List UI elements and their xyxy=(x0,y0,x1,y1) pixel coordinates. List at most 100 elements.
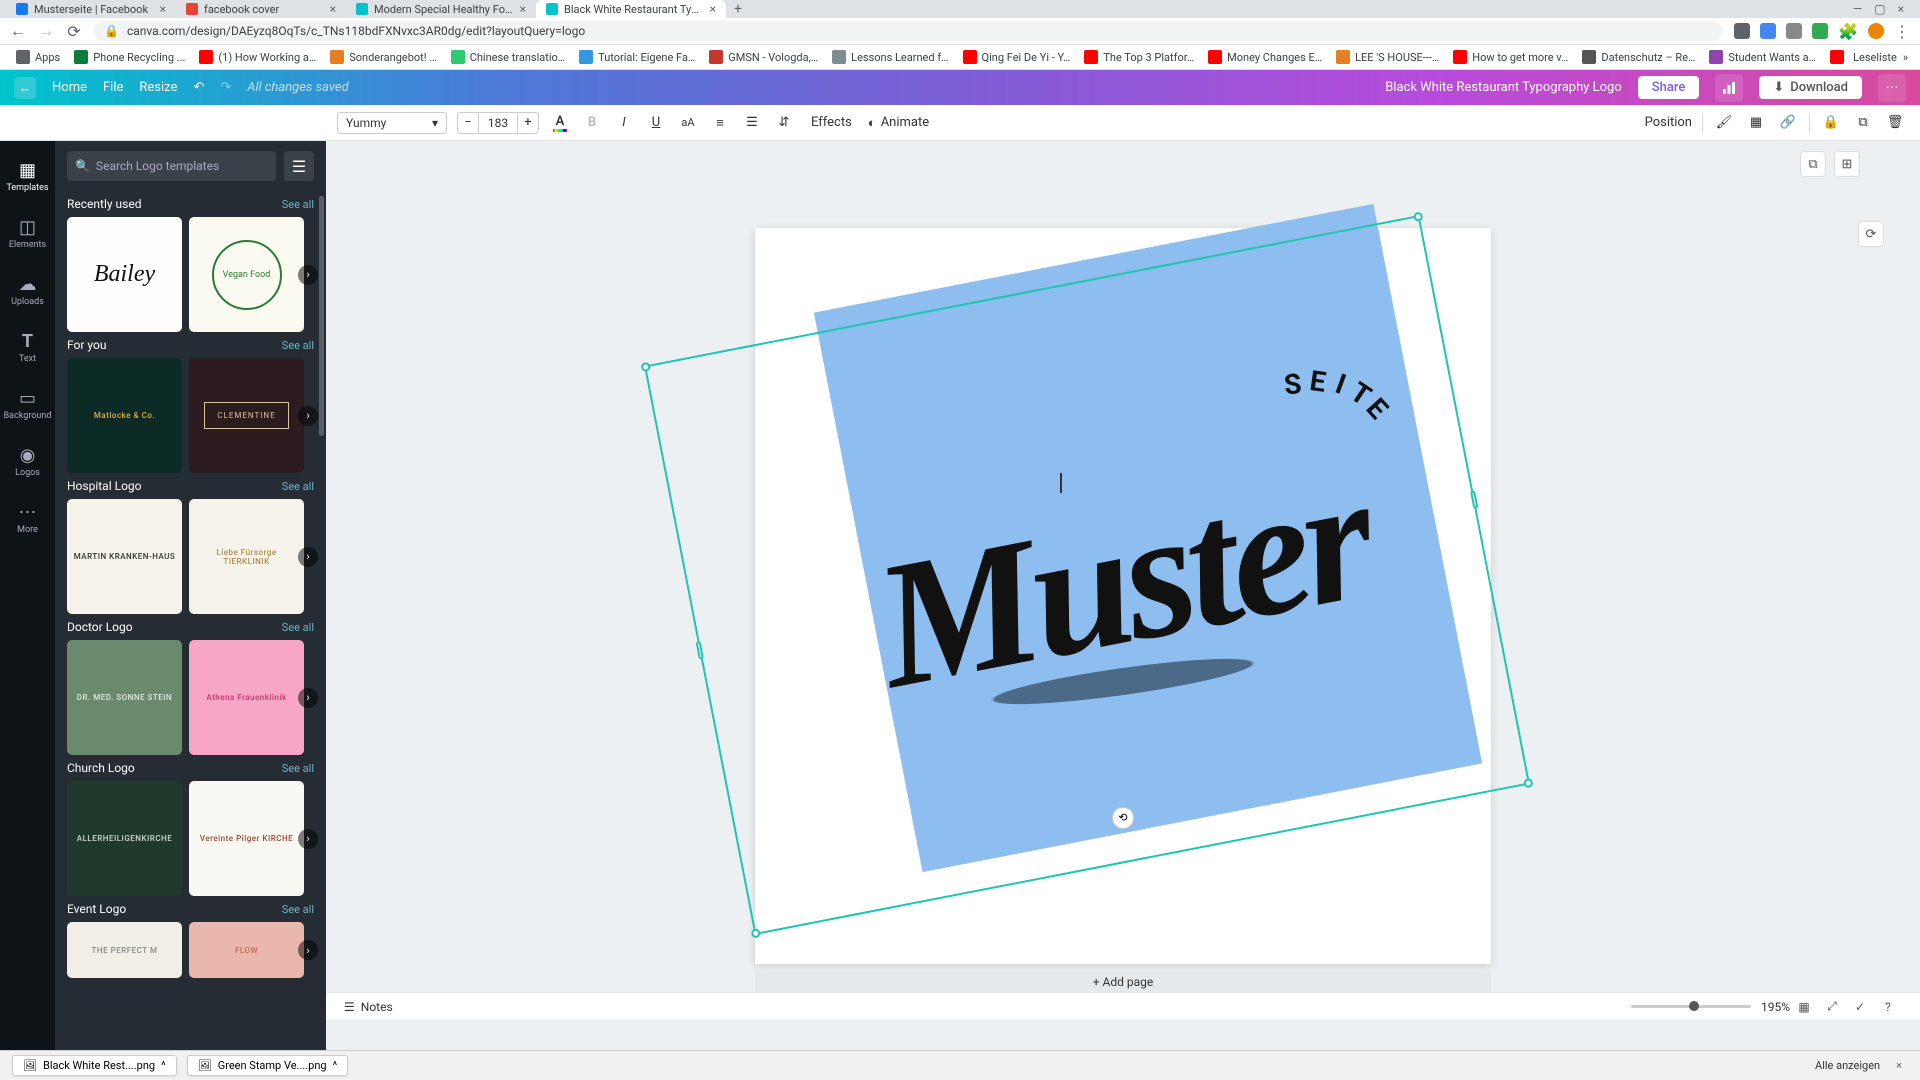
template-thumbnail[interactable]: THE PERFECT M xyxy=(67,922,182,978)
extension-icon[interactable] xyxy=(1786,23,1802,39)
new-tab-button[interactable]: + xyxy=(726,1,750,17)
underline-button[interactable]: U xyxy=(645,112,667,134)
show-all-downloads[interactable]: Alle anzeigen xyxy=(1815,1059,1880,1072)
template-thumbnail[interactable]: DR. MED. SONNE STEIN xyxy=(67,640,182,755)
font-size-decrease[interactable]: − xyxy=(457,112,479,134)
minimize-icon[interactable]: — xyxy=(1853,2,1862,16)
reset-rotation-icon[interactable]: ⟳ xyxy=(1858,221,1884,247)
profile-avatar[interactable] xyxy=(1868,23,1884,39)
see-all-link[interactable]: See all xyxy=(282,621,314,634)
bookmark-item[interactable]: (1) How Working a… xyxy=(195,50,320,64)
extension-icon[interactable] xyxy=(1760,23,1776,39)
template-thumbnail[interactable]: Liebe Fürsorge TIERKLINIK xyxy=(189,499,304,614)
close-icon[interactable]: × xyxy=(710,2,716,16)
bookmark-item[interactable]: Chinese translatio… xyxy=(447,50,569,64)
maximize-icon[interactable]: ▢ xyxy=(1874,2,1885,16)
animate-button[interactable]: ◐Animate xyxy=(868,115,929,131)
see-all-link[interactable]: See all xyxy=(282,198,314,211)
redo-icon[interactable]: ↷ xyxy=(220,80,231,95)
template-thumbnail[interactable]: MARTIN KRANKEN-HAUS xyxy=(67,499,182,614)
bookmark-item[interactable]: (2) How To Add A… xyxy=(1826,50,1847,64)
rotate-handle[interactable]: ⟲ xyxy=(1112,807,1134,829)
extension-icon[interactable] xyxy=(1734,23,1750,39)
share-button[interactable]: Share xyxy=(1638,76,1700,99)
extension-icon[interactable] xyxy=(1812,23,1828,39)
close-downloads-bar[interactable]: × xyxy=(1890,1059,1908,1072)
download-button[interactable]: ⬇Download xyxy=(1759,76,1862,99)
see-all-link[interactable]: See all xyxy=(282,903,314,916)
template-thumbnail[interactable]: Matlocke & Co. xyxy=(67,358,182,473)
font-family-select[interactable]: Yummy▾ xyxy=(337,112,447,134)
delete-icon[interactable]: 🗑 xyxy=(1884,112,1906,134)
bookmark-item[interactable]: Phone Recycling ... xyxy=(70,50,189,64)
insights-icon[interactable] xyxy=(1715,74,1743,102)
browser-tab[interactable]: Musterseite | Facebook× xyxy=(6,0,176,18)
spacing-button[interactable]: ⇵ xyxy=(773,112,795,134)
next-arrow-icon[interactable]: › xyxy=(298,688,318,708)
bookmark-item[interactable]: Sonderangebot! … xyxy=(326,50,440,64)
browser-tab[interactable]: facebook cover× xyxy=(176,0,346,18)
next-arrow-icon[interactable]: › xyxy=(298,406,318,426)
browser-tab-active[interactable]: Black White Restaurant Typog× xyxy=(536,0,726,18)
bookmark-item[interactable]: Tutorial: Eigene Fa… xyxy=(575,50,699,64)
rail-background[interactable]: ▭Background xyxy=(0,377,55,432)
rail-more[interactable]: ⋯More xyxy=(0,491,55,546)
duplicate-icon[interactable]: ⧉ xyxy=(1852,112,1874,134)
bookmark-item[interactable]: GMSN - Vologda,… xyxy=(705,50,822,64)
list-button[interactable]: ☰ xyxy=(741,112,763,134)
bookmark-item[interactable]: Qing Fei De Yi - Y… xyxy=(959,50,1075,64)
address-bar[interactable]: 🔒 canva.com/design/DAEyzq8OqTs/c_TNs118b… xyxy=(94,21,1722,41)
template-thumbnail[interactable]: FLOW xyxy=(189,922,304,978)
font-size-value[interactable]: 183 xyxy=(479,112,517,134)
next-arrow-icon[interactable]: › xyxy=(298,265,318,285)
bookmark-item[interactable]: Lessons Learned f… xyxy=(828,50,952,64)
resize-handle[interactable] xyxy=(1470,490,1478,509)
bookmark-item[interactable]: The Top 3 Platfor… xyxy=(1080,50,1198,64)
see-all-link[interactable]: See all xyxy=(282,762,314,775)
template-thumbnail[interactable]: Vereinte Pilger KIRCHE xyxy=(189,781,304,896)
text-case-button[interactable]: aA xyxy=(677,112,699,134)
home-back-icon[interactable]: ← xyxy=(14,77,36,99)
download-item[interactable]: 🖼Black White Rest....png^ xyxy=(12,1055,177,1076)
extensions-menu-icon[interactable]: 🧩 xyxy=(1838,22,1858,41)
undo-icon[interactable]: ↶ xyxy=(193,80,204,95)
browser-tab[interactable]: Modern Special Healthy Food× xyxy=(346,0,536,18)
resize-handle[interactable] xyxy=(751,928,762,939)
effects-button[interactable]: Effects xyxy=(805,115,858,130)
see-all-link[interactable]: See all xyxy=(282,480,314,493)
bookmark-item[interactable]: Datenschutz – Re… xyxy=(1578,50,1699,64)
template-thumbnail[interactable]: ALLERHEILIGENKIRCHE xyxy=(67,781,182,896)
template-thumbnail[interactable]: Vegan Food xyxy=(189,217,304,332)
see-all-link[interactable]: See all xyxy=(282,339,314,352)
help-icon[interactable]: ? xyxy=(1878,997,1898,1017)
rail-uploads[interactable]: ☁Uploads xyxy=(0,263,55,318)
download-item[interactable]: 🖼Green Stamp Ve....png^ xyxy=(187,1055,348,1076)
design-canvas[interactable]: SEITE Muster ⟲ xyxy=(755,228,1491,964)
template-thumbnail[interactable]: Bailey xyxy=(67,217,182,332)
search-input[interactable]: 🔍 Search Logo templates xyxy=(67,151,276,181)
document-title[interactable]: Black White Restaurant Typography Logo xyxy=(1385,80,1622,95)
bookmark-item[interactable]: LEE 'S HOUSE---… xyxy=(1332,50,1443,64)
template-thumbnail[interactable]: CLEMENTINE xyxy=(189,358,304,473)
slider-knob[interactable] xyxy=(1689,1001,1699,1011)
chevron-up-icon[interactable]: ^ xyxy=(333,1059,338,1072)
lock-icon[interactable]: 🔒 xyxy=(1820,112,1842,134)
grid-view-icon[interactable]: ▦ xyxy=(1794,997,1814,1017)
back-icon[interactable]: ← xyxy=(10,23,26,39)
rail-elements[interactable]: ◫Elements xyxy=(0,206,55,261)
align-button[interactable]: ≡ xyxy=(709,112,731,134)
resize-handle[interactable] xyxy=(1413,211,1424,222)
reload-icon[interactable]: ⟳ xyxy=(66,23,82,39)
link-icon[interactable]: 🔗 xyxy=(1777,112,1799,134)
home-button[interactable]: Home xyxy=(52,80,87,95)
transparency-icon[interactable]: ▦ xyxy=(1745,112,1767,134)
resize-handle[interactable] xyxy=(1523,777,1534,788)
close-icon[interactable]: × xyxy=(330,2,336,16)
chevron-up-icon[interactable]: ^ xyxy=(161,1059,166,1072)
text-color-button[interactable]: A xyxy=(549,112,571,134)
bookmark-item[interactable]: Money Changes E… xyxy=(1204,50,1326,64)
rail-text[interactable]: TText xyxy=(0,320,55,375)
rail-logos[interactable]: ◉Logos xyxy=(0,434,55,489)
add-page-icon[interactable]: ⊞ xyxy=(1834,151,1860,177)
resize-handle[interactable] xyxy=(696,640,704,659)
